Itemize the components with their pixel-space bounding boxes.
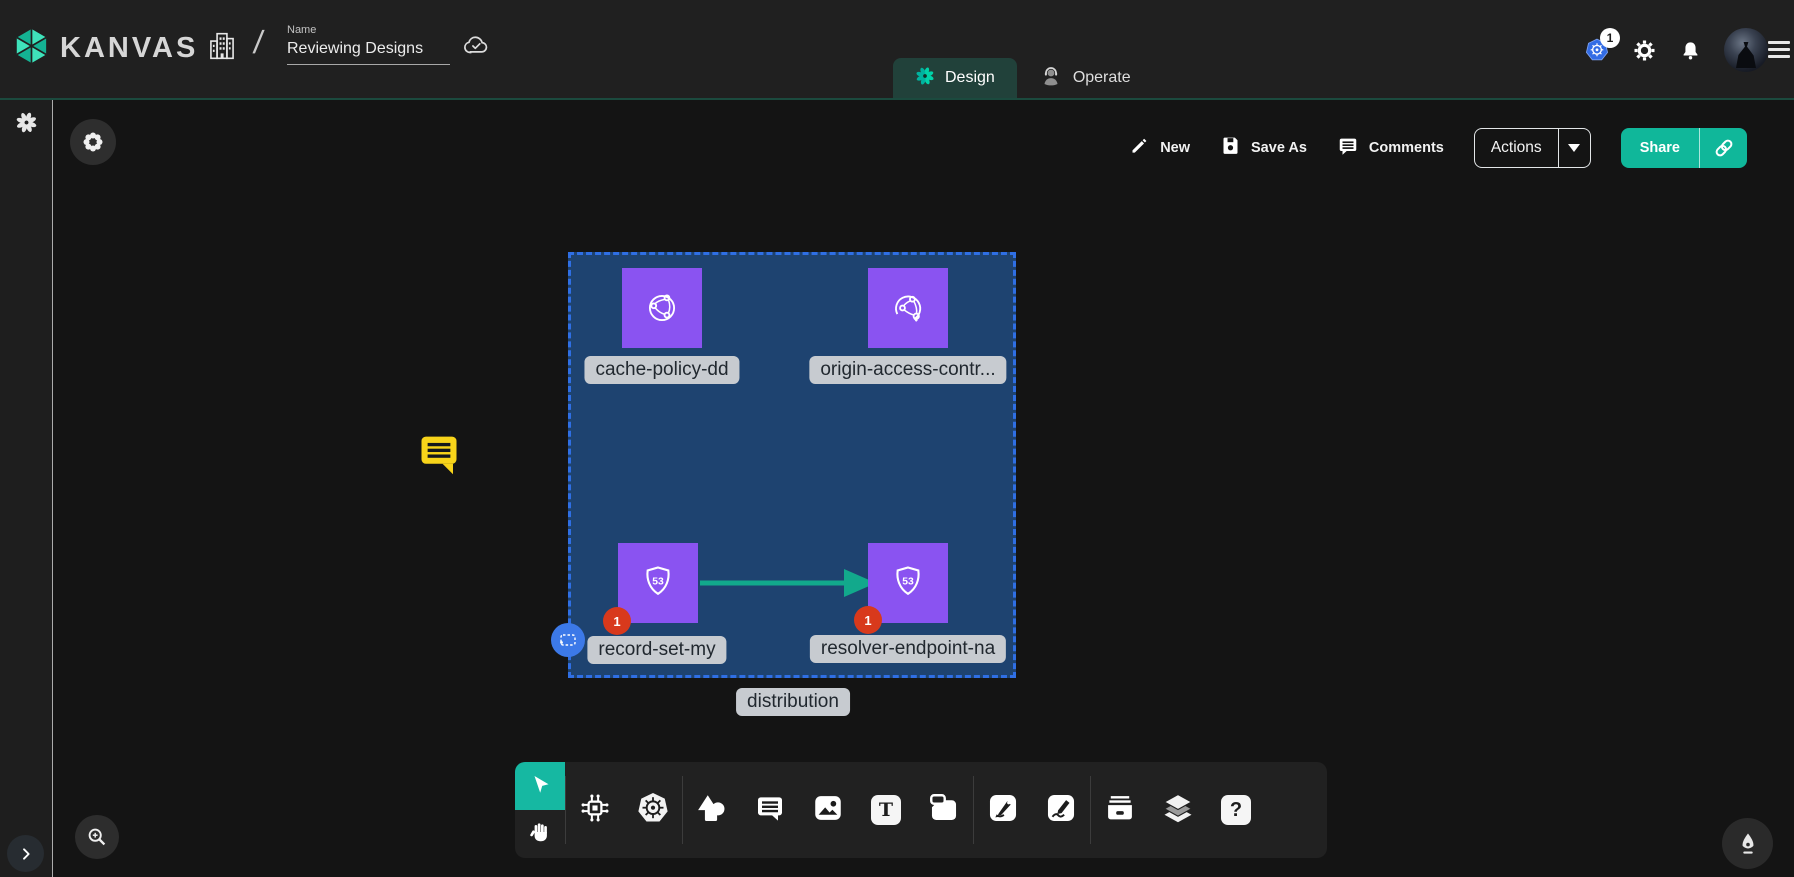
pen-mode-button[interactable]: [1722, 818, 1773, 869]
new-button-label: New: [1160, 140, 1190, 156]
tab-operate[interactable]: Operate: [1017, 58, 1153, 98]
svg-text:53: 53: [652, 577, 664, 588]
kubernetes-badge-count: 1: [1600, 28, 1620, 48]
notifications-bell-icon[interactable]: [1679, 39, 1702, 62]
layers-tool[interactable]: [1149, 762, 1207, 858]
select-tool[interactable]: [515, 762, 565, 810]
kanvas-app: KANVAS / Name: [0, 0, 1794, 877]
circuit-chip-icon: [578, 791, 612, 830]
mode-tabs: Design Operate: [893, 58, 1153, 98]
canvas-comment-marker[interactable]: [418, 433, 460, 482]
node-label: cache-policy-dd: [584, 356, 739, 384]
canvas-flower-button[interactable]: [70, 119, 116, 165]
kanvas-logo[interactable]: KANVAS: [13, 27, 198, 70]
save-as-button[interactable]: Save As: [1220, 135, 1307, 161]
design-spiral-icon: [915, 66, 935, 91]
breadcrumb-separator: /: [251, 24, 265, 61]
node-origin-access-control[interactable]: [868, 268, 948, 348]
share-split-button[interactable]: Share: [1621, 128, 1747, 168]
operate-headset-icon: [1039, 64, 1063, 93]
node-label: record-set-my: [587, 636, 726, 664]
kanvas-logo-icon: [13, 27, 50, 70]
node-cache-policy[interactable]: [622, 268, 702, 348]
meshery-spiral-icon[interactable]: [15, 111, 38, 139]
comment-bubble-icon: [754, 792, 786, 829]
node-record-set[interactable]: 53: [618, 543, 698, 623]
canvas-action-row: New Save As: [1129, 128, 1747, 168]
dock-pointer-column: [515, 762, 565, 858]
node-label: origin-access-contr...: [809, 356, 1006, 384]
node-resolver-endpoint[interactable]: 53: [868, 543, 948, 623]
layers-icon: [1160, 790, 1196, 831]
hand-icon: [528, 820, 552, 849]
status-badge[interactable]: 1: [854, 606, 882, 634]
left-rail: [0, 100, 53, 877]
text-tool-icon: T: [871, 795, 901, 825]
frame-icon: [927, 791, 961, 830]
menu-hamburger-icon[interactable]: [1768, 41, 1790, 62]
copy-link-icon[interactable]: [1699, 128, 1747, 168]
actions-dropdown-caret[interactable]: [1558, 129, 1590, 167]
design-name-label: Name: [287, 24, 450, 36]
comments-button[interactable]: Comments: [1337, 135, 1444, 162]
kubernetes-context-button[interactable]: 1: [1584, 37, 1610, 63]
actions-split-button[interactable]: Actions: [1474, 128, 1591, 168]
pencil-scribble-icon: [1044, 791, 1078, 830]
kubernetes-tool[interactable]: [624, 762, 682, 858]
share-button-label[interactable]: Share: [1621, 128, 1699, 168]
frame-tool[interactable]: [915, 762, 973, 858]
comments-button-label: Comments: [1369, 140, 1444, 156]
cursor-icon: [528, 772, 552, 801]
design-name-input[interactable]: [287, 40, 450, 65]
shapes-tool[interactable]: [683, 762, 741, 858]
expand-sidebar-button[interactable]: [7, 835, 44, 872]
actions-button-label[interactable]: Actions: [1475, 129, 1558, 167]
tool-dock: T: [515, 762, 1327, 858]
tab-operate-label: Operate: [1073, 69, 1131, 87]
pencil-icon: [1129, 135, 1150, 161]
image-icon: [811, 791, 845, 830]
comment-icon: [1337, 135, 1359, 162]
design-name-field: Name: [287, 24, 450, 65]
component-tool[interactable]: [566, 762, 624, 858]
freehand-tool[interactable]: [1032, 762, 1090, 858]
tab-design-label: Design: [945, 69, 995, 87]
drawer-icon: [1103, 791, 1137, 830]
shapes-icon: [695, 791, 729, 830]
text-tool[interactable]: T: [857, 762, 915, 858]
user-avatar[interactable]: [1724, 28, 1768, 72]
group-selection-handle[interactable]: [551, 623, 585, 657]
save-as-button-label: Save As: [1251, 140, 1307, 156]
settings-gear-icon[interactable]: [1632, 38, 1657, 63]
tab-design[interactable]: Design: [893, 58, 1017, 98]
help-tool[interactable]: ?: [1207, 762, 1265, 858]
design-canvas[interactable]: New Save As: [0, 100, 1794, 877]
organization-icon[interactable]: [207, 30, 237, 62]
new-button[interactable]: New: [1129, 135, 1190, 161]
pan-tool[interactable]: [515, 810, 565, 858]
kanvas-logo-text: KANVAS: [60, 32, 198, 65]
media-tool[interactable]: [799, 762, 857, 858]
kubernetes-helm-icon: [635, 790, 671, 831]
header-right-controls: 1: [1584, 0, 1768, 100]
group-label: distribution: [736, 688, 850, 716]
help-icon: ?: [1221, 795, 1251, 825]
top-header: KANVAS / Name: [0, 0, 1794, 100]
pen-path-icon: [986, 791, 1020, 830]
zoom-in-button[interactable]: [75, 815, 119, 859]
comment-tool[interactable]: [741, 762, 799, 858]
svg-text:53: 53: [902, 577, 914, 588]
save-icon: [1220, 135, 1241, 161]
node-label: resolver-endpoint-na: [810, 635, 1006, 663]
status-badge[interactable]: 1: [603, 607, 631, 635]
cloud-saved-icon: [462, 32, 492, 63]
drawer-tool[interactable]: [1091, 762, 1149, 858]
pen-tool[interactable]: [974, 762, 1032, 858]
